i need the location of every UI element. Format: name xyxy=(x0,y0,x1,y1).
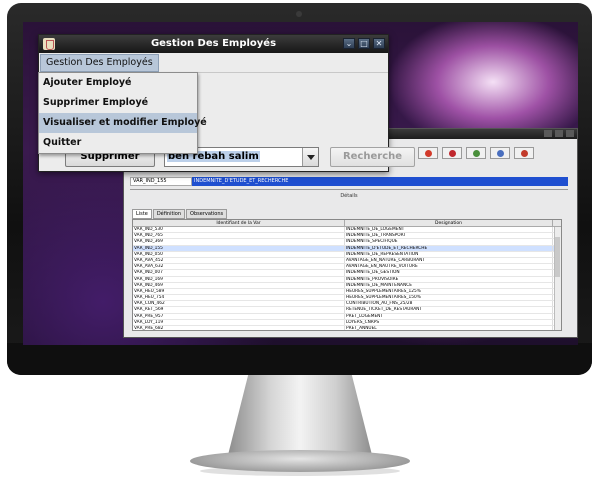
tab-liste[interactable]: Liste xyxy=(132,209,152,219)
cell-designation: AVANTAGE_EN_NAUTRE_VOITURE xyxy=(345,264,553,270)
cell-identifiant: VAR_CON_462 xyxy=(133,301,345,307)
minimize-icon[interactable] xyxy=(544,130,552,137)
cell-identifiant: VAR_PRE_682 xyxy=(133,326,345,330)
scrollbar-thumb[interactable] xyxy=(555,237,560,277)
cell-designation: PRET_ANNUEL xyxy=(345,326,553,330)
monitor-chin xyxy=(7,343,592,375)
menu-item-ajouter-employe[interactable]: Ajouter Employé xyxy=(39,73,197,93)
toolbar-button[interactable] xyxy=(466,147,486,159)
cell-identifiant: VAR_IND_007 xyxy=(133,270,345,276)
menu-dropdown: Ajouter Employé Supprimer Employé Visual… xyxy=(38,72,207,154)
close-icon[interactable] xyxy=(566,130,574,137)
cell-designation: CONTRIBUTION_AU_FNS_25/28 xyxy=(345,301,553,307)
cell-identifiant: VAR_IND_469 xyxy=(133,282,345,288)
print-icon xyxy=(496,149,504,157)
menu-gestion-employes[interactable]: Gestion Des Employés xyxy=(40,54,159,72)
cell-designation: INDEMNITE_SPECIFIQUE xyxy=(345,239,553,245)
cell-identifiant: VAR_IND_050 xyxy=(133,251,345,257)
menu-item-quitter[interactable]: Quitter xyxy=(39,133,197,153)
cell-identifiant: VAR_PRE_957 xyxy=(133,313,345,319)
cell-identifiant: VAR_RET_569 xyxy=(133,307,345,313)
cell-identifiant: VAR_IND_155 xyxy=(133,245,345,251)
toolbar-button[interactable] xyxy=(442,147,462,159)
cell-designation: INDEMNITE_DE_LOGEMENT xyxy=(345,227,553,233)
cell-designation: HEURES_SUPPLEMENTAIRES_125% xyxy=(345,288,553,295)
selected-designation-field[interactable]: INDEMNITE_D'ETUDE_ET_RECHERCHE xyxy=(192,177,568,186)
monitor-stand-neck xyxy=(228,375,372,455)
refresh-icon xyxy=(472,149,480,157)
cell-designation: INDEMNITE_D'ETUDE_ET_RECHERCHE xyxy=(345,245,553,251)
delete-icon xyxy=(448,149,456,157)
cell-identifiant: VAR_IND_530 xyxy=(133,227,345,233)
cell-identifiant: VAR_AVA_632 xyxy=(133,264,345,270)
recherche-button[interactable]: Recherche xyxy=(330,147,415,167)
maximize-icon[interactable]: □ xyxy=(358,38,370,49)
cell-designation: INDEMNITE_DE_MAINTENANCE xyxy=(345,282,553,288)
variables-table: Identifiant de la Var Designation VAR_IN… xyxy=(132,219,562,331)
toolbar-button[interactable] xyxy=(514,147,534,159)
selected-code-field[interactable]: VAR_IND_155 xyxy=(130,177,192,186)
close-icon[interactable]: ✕ xyxy=(373,38,385,49)
cell-designation: HEURES_SUPPLEMENTAIRES_150% xyxy=(345,295,553,301)
cell-designation: AVANTAGE_EN_NATURE_CARBURANT xyxy=(345,257,553,264)
cell-identifiant: VAR_AVA_452 xyxy=(133,257,345,264)
window-controls xyxy=(544,130,574,137)
toolbar xyxy=(394,147,534,159)
cell-designation: PRET_LOGEMENT xyxy=(345,313,553,319)
desktop-screen: Code Désignation VAR_IND_155 INDEMNITE_D… xyxy=(23,22,578,345)
toolbar-button[interactable] xyxy=(418,147,438,159)
window-controls: ⌄ □ ✕ xyxy=(343,38,385,49)
monitor-stand-foot xyxy=(190,450,410,472)
cell-identifiant: VAR_HEU_589 xyxy=(133,288,345,295)
column-header-identifiant[interactable]: Identifiant de la Var xyxy=(133,220,345,226)
tab-definition[interactable]: Définition xyxy=(152,209,186,219)
cell-identifiant: VAR_LOY_119 xyxy=(133,319,345,325)
cell-identifiant: VAR_IND_369 xyxy=(133,239,345,245)
toolbar-button[interactable] xyxy=(490,147,510,159)
column-header-designation[interactable]: Designation xyxy=(345,220,553,226)
minimize-icon[interactable]: ⌄ xyxy=(343,38,355,49)
menu-item-supprimer-employe[interactable]: Supprimer Employé xyxy=(39,93,197,113)
window-title: Gestion Des Employés xyxy=(150,38,277,49)
cell-designation: LOYERS_CNRPS xyxy=(345,319,553,325)
cell-identifiant: VAR_IND_169 xyxy=(133,276,345,282)
camera-dot xyxy=(296,11,302,17)
cell-designation: RETENUE_TICKET_DE_RESTAURANT xyxy=(345,307,553,313)
cell-designation: INDEMNITE_DE_TRANSPORT xyxy=(345,233,553,239)
chevron-down-icon[interactable] xyxy=(302,148,318,166)
cell-identifiant: VAR_HEU_754 xyxy=(133,295,345,301)
table-row[interactable]: VAR_PRE_682 PRET_ANNUEL xyxy=(133,326,561,330)
details-tabs: Liste Définition Observations xyxy=(132,209,228,219)
stop-icon xyxy=(520,149,528,157)
selected-variable-row: VAR_IND_155 INDEMNITE_D'ETUDE_ET_RECHERC… xyxy=(130,177,568,186)
monitor: Code Désignation VAR_IND_155 INDEMNITE_D… xyxy=(0,0,600,480)
cell-designation: INDEMNITE_DE_REPRESENTATION xyxy=(345,251,553,257)
window-titlebar: Gestion Des Employés ⌄ □ ✕ xyxy=(39,35,388,53)
menu-bar: Gestion Des Employés xyxy=(39,53,388,73)
menu-item-visualiser-modifier-employe[interactable]: Visualiser et modifier Employé xyxy=(39,113,207,133)
details-section-header: Détails xyxy=(130,189,568,203)
tab-observations[interactable]: Observations xyxy=(186,209,228,219)
cancel-icon xyxy=(424,149,432,157)
maximize-icon[interactable] xyxy=(555,130,563,137)
cell-identifiant: VAR_IND_765 xyxy=(133,233,345,239)
table-header: Identifiant de la Var Designation xyxy=(133,220,561,227)
cell-designation: INDEMNITE_DE_GESTION xyxy=(345,270,553,276)
table-scrollbar[interactable] xyxy=(554,227,561,330)
cell-designation: INDEMNITE_PROVISOIRE xyxy=(345,276,553,282)
table-body: VAR_IND_530 INDEMNITE_DE_LOGEMENT VAR_IND_… xyxy=(133,227,561,330)
